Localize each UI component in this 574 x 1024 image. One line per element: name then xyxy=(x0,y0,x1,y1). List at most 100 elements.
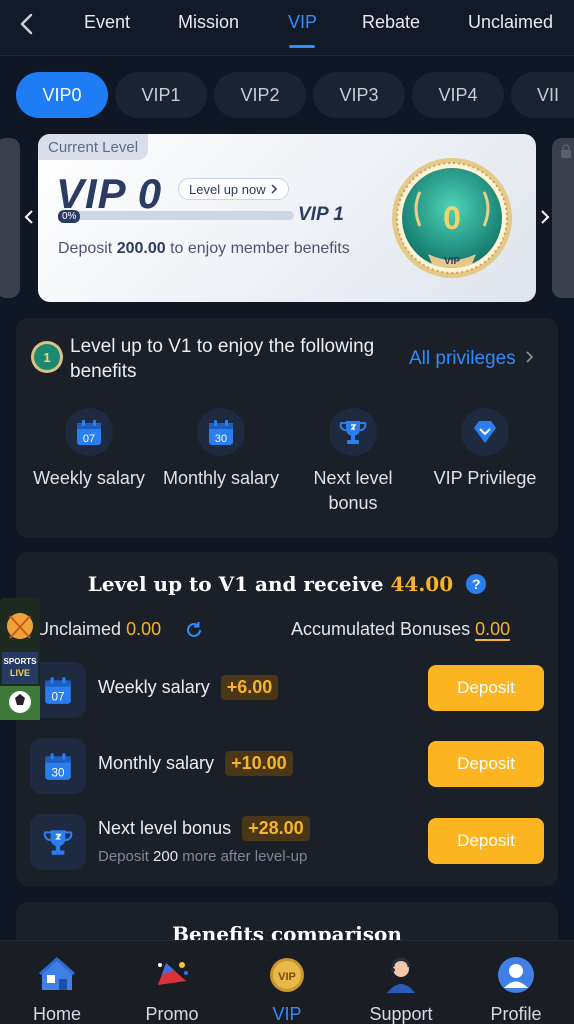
calendar-icon: 07 xyxy=(65,408,113,456)
benefit-weekly-salary[interactable]: 07 Weekly salary xyxy=(23,408,155,491)
deposit-requirement: Deposit 200.00 to enjoy member benefits xyxy=(58,240,350,258)
deposit-button-weekly[interactable]: Deposit xyxy=(428,665,544,711)
vip-level-tabs: VIP0 VIP1 VIP2 VIP3 VIP4 VII xyxy=(0,70,574,120)
refresh-icon[interactable] xyxy=(184,620,204,640)
tab-mission[interactable]: Mission xyxy=(178,12,239,33)
benefit-monthly-salary[interactable]: 30 Monthly salary xyxy=(155,408,287,491)
requirement-amount: 200 xyxy=(153,848,179,865)
level-tab-vip1[interactable]: VIP1 xyxy=(115,72,207,118)
rewards-title: Level up to V1 and receive 44.00 ? xyxy=(16,572,558,596)
reward-label: Monthly salary xyxy=(98,753,215,773)
requirement-prefix: Deposit xyxy=(98,848,149,865)
reward-bonus: +28.00 xyxy=(242,816,310,841)
level-tab-vip5[interactable]: VII xyxy=(511,72,574,118)
svg-text:VIP: VIP xyxy=(444,256,460,267)
trophy-icon xyxy=(329,408,377,456)
svg-text:30: 30 xyxy=(51,767,65,780)
slider-next-icon[interactable] xyxy=(536,206,554,228)
unclaimed-value: 0.00 xyxy=(126,619,162,639)
nav-promo[interactable]: Promo xyxy=(122,955,222,1024)
chevron-left-icon[interactable] xyxy=(14,12,38,36)
level-up-rewards-panel: Level up to V1 and receive 44.00 ? Uncla… xyxy=(16,552,558,886)
svg-text:07: 07 xyxy=(51,691,64,704)
nav-vip[interactable]: VIP VIP xyxy=(237,955,337,1024)
tab-event[interactable]: Event xyxy=(84,12,130,33)
reward-label: Weekly salary xyxy=(98,677,210,697)
deposit-button-next-level[interactable]: Deposit xyxy=(428,818,544,864)
calendar-icon: 30 xyxy=(197,408,245,456)
accumulated-bonuses: Accumulated Bonuses 0.00 xyxy=(291,619,511,641)
nav-label: Home xyxy=(32,1004,81,1024)
chevron-right-icon xyxy=(271,184,277,194)
chevron-right-icon xyxy=(526,351,534,363)
calendar-icon: 30 xyxy=(30,738,86,794)
reward-bonus: +6.00 xyxy=(220,675,279,700)
deposit-amount: 200.00 xyxy=(116,240,166,257)
benefit-label: VIP Privilege xyxy=(433,468,537,488)
current-level-card: Current Level VIP 0 Level up now 0% VIP … xyxy=(38,134,536,302)
level-tab-vip4[interactable]: VIP4 xyxy=(412,72,504,118)
benefit-vip-privilege[interactable]: VIP Privilege xyxy=(419,408,551,491)
benefit-label: Next level bonus xyxy=(313,468,393,513)
next-level-card[interactable] xyxy=(552,138,574,298)
nav-label: VIP xyxy=(272,1004,302,1024)
home-icon xyxy=(39,956,75,990)
tab-rebate[interactable]: Rebate xyxy=(362,12,420,33)
promo-icon xyxy=(158,962,188,985)
benefits-panel: 1 Level up to V1 to enjoy the following … xyxy=(16,318,558,538)
diamond-icon xyxy=(461,408,509,456)
lock-icon xyxy=(561,144,571,158)
rewards-total-amount: 44.00 xyxy=(390,572,454,596)
svg-text:VIP: VIP xyxy=(278,971,296,983)
vip-icon: VIP xyxy=(270,958,304,992)
svg-text:LIVE: LIVE xyxy=(10,668,30,678)
level-1-badge-icon: 1 xyxy=(31,341,63,373)
requirement-suffix: more after level-up xyxy=(182,848,308,865)
trophy-icon xyxy=(30,814,86,870)
nav-label: Profile xyxy=(490,1004,542,1024)
deposit-button-monthly[interactable]: Deposit xyxy=(428,741,544,787)
next-level-label: VIP 1 xyxy=(298,204,344,225)
benefit-next-level-bonus[interactable]: Next level bonus xyxy=(287,408,419,516)
all-privileges-link[interactable]: All privileges xyxy=(409,348,534,370)
nav-profile[interactable]: Profile xyxy=(466,955,566,1024)
benefit-label: Weekly salary xyxy=(33,468,145,488)
current-level-tag: Current Level xyxy=(38,134,149,160)
deposit-prefix: Deposit xyxy=(58,240,113,257)
tab-unclaimed[interactable]: Unclaimed xyxy=(468,12,553,33)
vip-badge-icon: 0 VIP xyxy=(392,158,512,278)
reward-row-weekly: Weekly salary +6.00 xyxy=(98,675,279,700)
deposit-suffix: to enjoy member benefits xyxy=(170,240,350,257)
reward-bonus: +10.00 xyxy=(225,751,293,776)
svg-text:SPORTS: SPORTS xyxy=(4,657,38,666)
bottom-nav: Home Promo VIP VIP Support Profile xyxy=(0,940,574,1024)
level-progress-bar xyxy=(58,211,294,220)
top-nav: Event Mission VIP Rebate Unclaimed xyxy=(0,0,574,56)
sports-live-widget[interactable]: SPORTS LIVE xyxy=(0,598,40,720)
reward-row-next-level: Next level bonus +28.00 xyxy=(98,816,310,841)
unclaimed-summary: Unclaimed 0.00 xyxy=(36,619,161,640)
level-tab-vip0[interactable]: VIP0 xyxy=(16,72,108,118)
slider-prev-icon[interactable] xyxy=(20,206,38,228)
level-tab-vip2[interactable]: VIP2 xyxy=(214,72,306,118)
svg-text:1: 1 xyxy=(43,350,50,365)
level-tab-vip3[interactable]: VIP3 xyxy=(313,72,405,118)
unclaimed-label: Unclaimed xyxy=(36,619,122,639)
level-progress-label: 0% xyxy=(58,210,81,223)
next-level-requirement: Deposit 200 more after level-up xyxy=(98,848,307,865)
nav-home[interactable]: Home xyxy=(7,955,107,1024)
nav-label: Support xyxy=(369,1004,433,1024)
prev-level-card[interactable] xyxy=(0,138,20,298)
help-icon[interactable]: ? xyxy=(466,574,487,594)
accumulated-label: Accumulated Bonuses xyxy=(291,619,471,639)
tab-vip[interactable]: VIP xyxy=(288,12,317,33)
level-up-now-button[interactable]: Level up now xyxy=(178,178,289,200)
nav-label: Promo xyxy=(145,1004,199,1024)
rewards-title-text: Level up to V1 and receive xyxy=(87,572,384,596)
svg-text:0: 0 xyxy=(443,200,461,236)
nav-support[interactable]: Support xyxy=(351,955,451,1024)
accumulated-value: 0.00 xyxy=(475,619,511,641)
all-privileges-label: All privileges xyxy=(409,348,516,369)
support-agent-icon xyxy=(387,957,415,993)
benefits-heading: Level up to V1 to enjoy the following be… xyxy=(70,336,375,382)
